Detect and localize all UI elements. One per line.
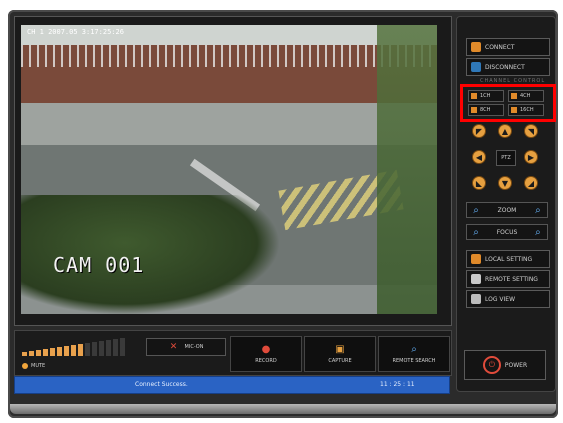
zoom-label: ZOOM (497, 206, 517, 214)
level-segment (64, 346, 69, 356)
device-base (10, 404, 556, 414)
log-view-button[interactable]: LOG VIEW (466, 290, 550, 308)
focus-label: FOCUS (496, 228, 518, 236)
down-left-icon: ◣ (475, 178, 483, 188)
zoom-out-icon[interactable]: ⌕ (471, 205, 481, 216)
scene-sidewalk (21, 103, 437, 148)
scene-fence (21, 45, 437, 67)
channel-16-button[interactable]: 16CH (508, 104, 544, 116)
level-segment (99, 341, 104, 356)
capture-label: CAPTURE (328, 357, 352, 364)
status-message: Connect Success. (135, 381, 188, 388)
channel-8-button[interactable]: 8CH (468, 104, 504, 116)
disconnect-label: DISCONNECT (485, 63, 525, 71)
ptz-up-right-button[interactable]: ◥ (524, 124, 538, 138)
ptz-left-button[interactable]: ◀ (472, 150, 486, 164)
channel-icon (471, 107, 477, 113)
channel-8-label: 8CH (480, 107, 491, 113)
power-icon: ⏻ (482, 356, 501, 374)
mute-label: MUTE (31, 363, 46, 369)
channel-icon (471, 93, 477, 99)
level-segment (85, 343, 90, 356)
level-segment (106, 340, 111, 356)
capture-button[interactable]: ▣ CAPTURE (304, 336, 376, 372)
record-label: RECORD (255, 357, 277, 364)
level-segment (22, 352, 27, 356)
record-button[interactable]: ● RECORD (230, 336, 302, 372)
up-icon: ▲ (501, 126, 509, 136)
down-right-icon: ◢ (527, 178, 535, 188)
connect-label: CONNECT (485, 43, 515, 51)
speaker-icon (22, 363, 28, 369)
camera-icon: ▣ (335, 344, 345, 355)
status-bar: Connect Success. 11 : 25 : 11 (14, 376, 450, 394)
disconnect-button[interactable]: DISCONNECT (466, 58, 550, 76)
zoom-control: ⌕ ZOOM ⌕ (466, 202, 548, 218)
channel-4-label: 4CH (520, 93, 531, 99)
channel-16-label: 16CH (520, 107, 534, 113)
level-segment (113, 339, 118, 356)
remote-settings-icon (471, 274, 481, 284)
channel-icon (511, 107, 517, 113)
unplug-icon (471, 62, 481, 72)
power-label: POWER (504, 361, 528, 369)
level-segment (71, 345, 76, 356)
plug-icon (471, 42, 481, 52)
up-right-icon: ◥ (527, 126, 535, 136)
ptz-right-button[interactable]: ▶ (524, 150, 538, 164)
focus-control: ⌕ FOCUS ⌕ (466, 224, 548, 240)
up-left-icon: ◤ (475, 126, 483, 136)
remote-setting-label: REMOTE SETTING (485, 275, 538, 283)
down-icon: ▼ (501, 178, 509, 188)
ptz-up-left-button[interactable]: ◤ (472, 124, 486, 138)
status-time: 11 : 25 : 11 (380, 381, 415, 388)
level-segment (50, 348, 55, 356)
channel-1-label: 1CH (480, 93, 491, 99)
zoom-in-icon[interactable]: ⌕ (533, 205, 543, 216)
ptz-center: PTZ (496, 150, 516, 166)
log-icon (471, 294, 481, 304)
video-timestamp: CH 1 2007.05 3:17:25:26 (27, 28, 124, 36)
remote-search-button[interactable]: ⌕ REMOTE SEARCH (378, 336, 450, 372)
level-segment (78, 344, 83, 356)
level-segment (36, 350, 41, 356)
scene-tree-right (377, 25, 437, 314)
gear-icon (471, 254, 481, 264)
ptz-down-right-button[interactable]: ◢ (524, 176, 538, 190)
ptz-up-button[interactable]: ▲ (498, 124, 512, 138)
level-segment (29, 351, 34, 356)
remote-setting-button[interactable]: REMOTE SETTING (466, 270, 550, 288)
channel-4-button[interactable]: 4CH (508, 90, 544, 102)
mic-off-icon: ✕ (169, 342, 178, 352)
level-segment (120, 338, 125, 356)
level-segment (57, 347, 62, 356)
video-panel: CH 1 2007.05 3:17:25:26 CAM 001 (14, 16, 452, 326)
audio-level-meter (22, 338, 142, 356)
right-icon: ▶ (527, 152, 535, 162)
connect-button[interactable]: CONNECT (466, 38, 550, 56)
search-icon: ⌕ (411, 344, 417, 355)
record-icon: ● (261, 344, 271, 355)
mic-label: MIC-ON (184, 344, 204, 350)
local-setting-button[interactable]: LOCAL SETTING (466, 250, 550, 268)
channel-icon (511, 93, 517, 99)
power-button[interactable]: ⏻ POWER (464, 350, 546, 380)
left-icon: ◀ (475, 152, 483, 162)
focus-in-icon[interactable]: ⌕ (533, 227, 543, 238)
mic-button[interactable]: ✕ MIC-ON (146, 338, 226, 356)
mute-toggle[interactable]: MUTE (22, 362, 142, 370)
level-segment (92, 342, 97, 356)
remote-search-label: REMOTE SEARCH (392, 357, 436, 364)
channel-1-button[interactable]: 1CH (468, 90, 504, 102)
log-view-label: LOG VIEW (485, 295, 516, 303)
level-segment (43, 349, 48, 356)
camera-video[interactable]: CH 1 2007.05 3:17:25:26 CAM 001 (21, 25, 437, 314)
ptz-down-left-button[interactable]: ◣ (472, 176, 486, 190)
focus-out-icon[interactable]: ⌕ (471, 227, 481, 238)
ptz-down-button[interactable]: ▼ (498, 176, 512, 190)
local-setting-label: LOCAL SETTING (485, 255, 533, 263)
camera-label: CAM 001 (53, 253, 145, 277)
